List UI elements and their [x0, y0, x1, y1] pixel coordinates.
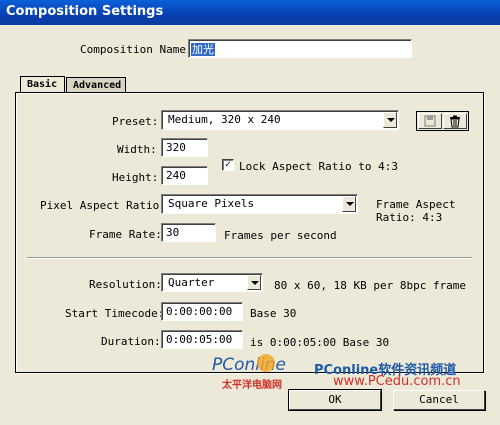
site-url: www.PCedu.com.cn: [333, 374, 461, 389]
height-label: Height:: [112, 171, 159, 184]
height-input[interactable]: 240: [161, 166, 208, 185]
duration-value: 0:00:05:00: [166, 333, 233, 346]
delete-preset-button[interactable]: [443, 113, 467, 129]
trash-icon: [450, 115, 460, 128]
comp-name-label: Composition Name:: [80, 43, 193, 56]
title-bar[interactable]: Composition Settings: [0, 0, 500, 25]
duration-input[interactable]: 0:00:05:00: [161, 330, 243, 349]
tab-basic[interactable]: Basic: [20, 76, 65, 93]
lock-aspect-checkbox[interactable]: ✓: [222, 159, 234, 171]
height-value: 240: [166, 169, 186, 182]
frame-rate-input[interactable]: 30: [161, 223, 216, 242]
frame-aspect-line2: Ratio: 4:3: [376, 211, 443, 224]
start-timecode-input[interactable]: 0:00:00:00: [161, 302, 243, 321]
resolution-info: 80 x 60, 18 KB per 8bpc frame: [274, 279, 467, 292]
preset-label: Preset:: [112, 115, 159, 128]
pixel-aspect-label: Pixel Aspect Ratio:: [40, 199, 166, 212]
comp-name-value: 加光: [191, 43, 215, 56]
preset-dropdown[interactable]: Medium, 320 x 240: [161, 110, 399, 130]
duration-label: Duration:: [101, 335, 161, 348]
lock-aspect-label: Lock Aspect Ratio to 4:3: [239, 160, 398, 173]
tab-advanced-label: Advanced: [73, 80, 122, 91]
preset-actions: [416, 111, 469, 131]
start-timecode-value: 0:00:00:00: [166, 305, 233, 318]
preset-value: Medium, 320 x 240: [168, 113, 281, 126]
ok-button-label: OK: [328, 393, 342, 406]
ok-button[interactable]: OK: [288, 389, 382, 411]
resolution-value: Quarter: [168, 276, 215, 289]
start-timecode-base: Base 30: [250, 307, 297, 320]
frame-rate-value: 30: [166, 226, 180, 239]
frame-rate-unit: Frames per second: [224, 229, 337, 242]
frame-rate-label: Frame Rate:: [89, 228, 162, 241]
chevron-down-icon[interactable]: [342, 196, 356, 212]
start-timecode-label: Start Timecode:: [65, 307, 165, 320]
duration-info: is 0:00:05:00 Base 30: [250, 336, 390, 349]
pconline-logo-sub-text: 太平洋电脑网: [222, 380, 282, 391]
cancel-button-label: Cancel: [419, 393, 459, 406]
pixel-aspect-dropdown[interactable]: Square Pixels: [161, 194, 358, 214]
frame-aspect-line1: Frame Aspect: [376, 198, 456, 211]
floppy-disk-icon: [424, 115, 436, 127]
width-label: Width:: [117, 143, 157, 156]
separator: [27, 257, 472, 259]
width-input[interactable]: 320: [161, 138, 208, 157]
comp-name-input[interactable]: 加光: [188, 39, 412, 58]
save-preset-button[interactable]: [418, 113, 442, 129]
window-title: Composition Settings: [6, 4, 164, 19]
pixel-aspect-value: Square Pixels: [168, 197, 255, 210]
sun-logo-icon: [257, 354, 275, 372]
resolution-label: Resolution:: [89, 278, 162, 291]
resolution-dropdown[interactable]: Quarter: [161, 273, 263, 292]
width-value: 320: [166, 141, 186, 154]
pconline-logo-sub: 太平洋电脑网: [222, 376, 282, 391]
tab-basic-label: Basic: [27, 79, 58, 90]
chevron-down-icon[interactable]: [247, 275, 261, 290]
site-url-text: www.PCedu.com.cn: [333, 374, 461, 389]
cancel-button[interactable]: Cancel: [393, 390, 485, 410]
check-icon: ✓: [224, 159, 232, 170]
chevron-down-icon[interactable]: [383, 112, 397, 128]
